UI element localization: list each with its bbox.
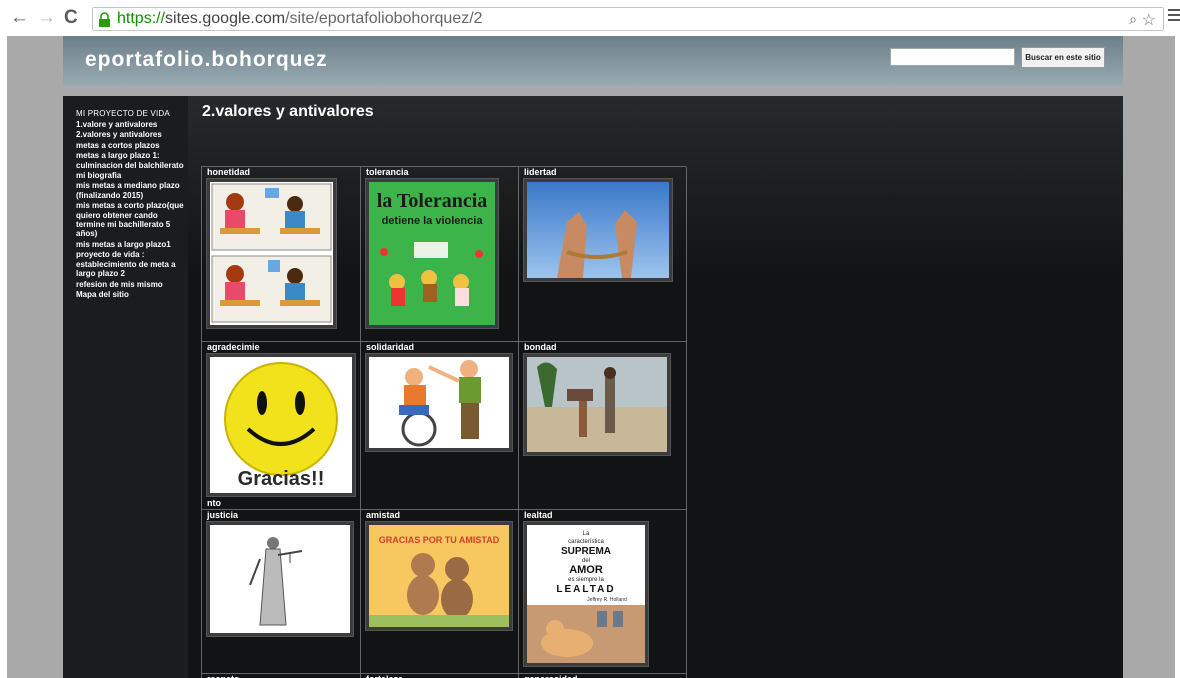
value-cell-respeto: respeto bbox=[202, 674, 361, 678]
svg-text:característica: característica bbox=[568, 539, 604, 545]
value-cell-agradecimiento: agradecimie Gracias!! nto bbox=[202, 342, 361, 510]
sidebar-item[interactable]: mis metas a mediano plazo (finalizando 2… bbox=[76, 181, 188, 200]
sidebar-item[interactable]: 1.valore y antivalores bbox=[76, 120, 188, 129]
page-title: 2.valores y antivalores bbox=[202, 103, 374, 120]
amistad-text: GRACIAS POR TU AMISTAD bbox=[379, 535, 500, 545]
solidaridad-image bbox=[369, 357, 509, 448]
value-cell-fortaleza: fortaleza bbox=[361, 674, 519, 678]
value-label: solidaridad bbox=[366, 342, 415, 352]
value-image-frame[interactable] bbox=[523, 353, 671, 456]
value-cell-solidaridad: solidaridad bbox=[361, 342, 519, 510]
lealtad-image: La característica SUPREMA del AMOR es si… bbox=[527, 525, 645, 663]
sidebar-item-current[interactable]: 2.valores y antivalores bbox=[76, 130, 188, 139]
value-label: respeto bbox=[207, 674, 240, 678]
value-cell-lealtad: lealtad La característica SUPREMA del AM… bbox=[519, 510, 687, 674]
bondad-image bbox=[527, 357, 667, 452]
value-image-frame[interactable]: GRACIAS POR TU AMISTAD bbox=[365, 521, 513, 631]
sidebar-item[interactable]: proyecto de vida : establecimiento de me… bbox=[76, 250, 188, 278]
sidebar-item[interactable]: metas a largo plazo 1: culminacion del b… bbox=[76, 151, 188, 170]
svg-text:LEALTAD: LEALTAD bbox=[556, 584, 615, 595]
value-label: generosidad bbox=[524, 674, 578, 678]
value-image-frame[interactable] bbox=[206, 178, 337, 329]
site-body: MI PROYECTO DE VIDA 1.valore y antivalor… bbox=[63, 96, 1123, 678]
sidebar-item[interactable]: refesion de mis mismo bbox=[76, 280, 188, 289]
value-cell-tolerancia: tolerancia la Tolerancia detiene la viol… bbox=[361, 167, 519, 342]
svg-text:Jeffrey R. Holland: Jeffrey R. Holland bbox=[587, 597, 627, 603]
values-grid: honetidad tolerancia la Tolerancia detie… bbox=[201, 166, 687, 678]
libertad-image bbox=[527, 182, 669, 278]
value-label: tolerancia bbox=[366, 167, 409, 177]
menu-icon[interactable] bbox=[1168, 9, 1180, 23]
value-image-frame[interactable]: la Tolerancia detiene la violencia bbox=[365, 178, 499, 329]
value-label: fortaleza bbox=[366, 674, 403, 678]
url-text: https://sites.google.com/site/eportafoli… bbox=[117, 10, 483, 27]
value-label-tail: nto bbox=[207, 498, 221, 508]
value-image-frame[interactable] bbox=[365, 353, 513, 452]
sidebar-item[interactable]: metas a cortos plazos bbox=[76, 141, 188, 150]
gracias-text: Gracias!! bbox=[238, 468, 325, 490]
value-label: honetidad bbox=[207, 167, 250, 177]
value-cell-bondad: bondad bbox=[519, 342, 687, 510]
value-label: justicia bbox=[207, 510, 239, 520]
sidebar-item[interactable]: mi biografia bbox=[76, 171, 188, 180]
browser-toolbar: ← → C https://sites.google.com/site/epor… bbox=[0, 0, 1180, 36]
sidebar-item[interactable]: mis metas a largo plazo1 bbox=[76, 240, 188, 249]
agradecimiento-image: Gracias!! bbox=[210, 357, 352, 493]
page-viewport: eportafolio.bohorquez Buscar en este sit… bbox=[7, 36, 1175, 678]
lock-icon bbox=[99, 12, 110, 27]
tolerancia-subtext: detiene la violencia bbox=[382, 215, 484, 227]
value-cell-amistad: amistad GRACIAS POR TU AMISTAD bbox=[361, 510, 519, 674]
bookmark-star-icon[interactable]: ☆ bbox=[1142, 10, 1156, 30]
svg-text:La: La bbox=[583, 531, 590, 537]
value-cell-justicia: justicia bbox=[202, 510, 361, 674]
tolerancia-text: la Tolerancia bbox=[377, 190, 488, 212]
reload-icon[interactable]: C bbox=[64, 8, 78, 28]
value-label: amistad bbox=[366, 510, 401, 520]
forward-arrow-icon[interactable]: → bbox=[37, 8, 56, 28]
value-label: bondad bbox=[524, 342, 557, 352]
value-image-frame[interactable]: La característica SUPREMA del AMOR es si… bbox=[523, 521, 649, 667]
zoom-icon[interactable]: ⌕ bbox=[1129, 11, 1137, 28]
sidebar-nav: MI PROYECTO DE VIDA 1.valore y antivalor… bbox=[63, 96, 188, 678]
value-cell-honestidad: honetidad bbox=[202, 167, 361, 342]
justicia-image bbox=[210, 525, 350, 633]
site-header: eportafolio.bohorquez Buscar en este sit… bbox=[63, 36, 1123, 86]
value-image-frame[interactable] bbox=[206, 521, 354, 637]
amistad-image: GRACIAS POR TU AMISTAD bbox=[369, 525, 509, 627]
search-button[interactable]: Buscar en este sitio bbox=[1021, 47, 1105, 68]
value-cell-generosidad: generosidad bbox=[519, 674, 687, 678]
value-image-frame[interactable]: Gracias!! bbox=[206, 353, 356, 497]
back-arrow-icon[interactable]: ← bbox=[10, 8, 29, 28]
sidebar-heading[interactable]: MI PROYECTO DE VIDA bbox=[76, 109, 188, 118]
svg-text:AMOR: AMOR bbox=[569, 564, 603, 576]
value-cell-libertad: lidertad bbox=[519, 167, 687, 342]
value-label: lealtad bbox=[524, 510, 553, 520]
value-label: lidertad bbox=[524, 167, 557, 177]
search-input[interactable] bbox=[890, 48, 1015, 66]
svg-text:es siempre la: es siempre la bbox=[568, 577, 604, 583]
site-title[interactable]: eportafolio.bohorquez bbox=[85, 48, 328, 72]
tolerancia-image: la Tolerancia detiene la violencia bbox=[369, 182, 495, 325]
sidebar-item[interactable]: mis metas a corto plazo(que quiero obten… bbox=[76, 201, 188, 239]
value-label: agradecimie bbox=[207, 342, 260, 352]
address-bar[interactable]: https://sites.google.com/site/eportafoli… bbox=[92, 7, 1164, 31]
value-image-frame[interactable] bbox=[523, 178, 673, 282]
svg-text:SUPREMA: SUPREMA bbox=[561, 546, 611, 557]
sidebar-item-sitemap[interactable]: Mapa del sitio bbox=[76, 290, 188, 299]
honestidad-image bbox=[210, 182, 333, 325]
